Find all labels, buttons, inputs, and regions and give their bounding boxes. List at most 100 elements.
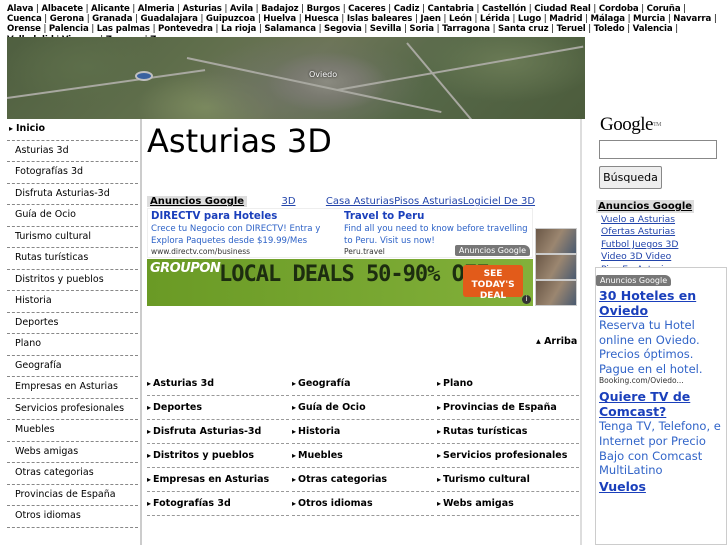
bottom-link[interactable]: Asturias 3d [147, 372, 289, 396]
sidebar-item[interactable]: Otras categorias [7, 463, 138, 485]
province-link[interactable]: Albacete [41, 4, 83, 14]
bottom-link[interactable]: Fotografías 3d [147, 492, 289, 516]
bottom-link[interactable]: Distritos y pueblos [147, 444, 289, 468]
sidebar-item[interactable]: Disfruta Asturias-3d [7, 184, 138, 205]
sidebar-item[interactable]: Otros idiomas [7, 506, 138, 528]
info-icon[interactable]: i [522, 295, 531, 304]
thumbnail-image[interactable] [535, 228, 577, 254]
bottom-link[interactable]: Guía de Ocio [292, 396, 434, 420]
province-link[interactable]: Orense [7, 24, 41, 34]
sidebar-item[interactable]: Historia [7, 291, 138, 313]
province-link[interactable]: Murcia [633, 14, 665, 24]
groupon-cta-button[interactable]: SEE TODAY'S DEAL [463, 265, 523, 301]
right-ad-links-label[interactable]: Anuncios Google [596, 200, 695, 213]
province-link[interactable]: Gerona [50, 14, 84, 24]
sidebar-item[interactable]: Servicios profesionales [7, 399, 138, 420]
province-link[interactable]: Teruel [557, 24, 586, 34]
right-ad-link[interactable]: Video 3D Video [596, 251, 726, 263]
ad-link-3d[interactable]: 3D [281, 196, 295, 207]
right-ad-item[interactable]: 30 Hoteles en Oviedo Reserva tu Hotel on… [596, 288, 726, 386]
province-link[interactable]: Huesca [304, 14, 339, 24]
right-ad-item[interactable]: Vuelos [596, 479, 726, 494]
thumbnail-image[interactable] [535, 254, 577, 280]
province-link[interactable]: Alicante [91, 4, 130, 14]
province-link[interactable]: Palencia [49, 24, 89, 34]
right-ad-item[interactable]: Quiere TV de Comcast? Tenga TV, Telefono… [596, 389, 726, 477]
province-link[interactable]: Cantabria [428, 4, 474, 14]
search-input[interactable] [599, 140, 717, 159]
right-ad-title[interactable]: Vuelos [596, 479, 726, 494]
bottom-link[interactable]: Empresas en Asturias [147, 468, 289, 492]
bottom-link[interactable]: Otros idiomas [292, 492, 434, 516]
ad-link-pisos-asturias[interactable]: Pisos Asturias [394, 196, 463, 207]
sidebar-item[interactable]: Webs amigas [7, 442, 138, 463]
province-link[interactable]: Cadiz [394, 4, 420, 14]
back-to-top-link[interactable]: ▴ Arriba [536, 336, 577, 347]
sidebar-item[interactable]: Muebles [7, 420, 138, 442]
ad-link-logiciel-3d[interactable]: Logiciel De 3D [463, 196, 535, 207]
bottom-link[interactable]: Rutas turísticas [437, 420, 579, 444]
province-link[interactable]: Soria [409, 24, 434, 34]
province-link[interactable]: Guadalajara [140, 14, 197, 24]
province-link[interactable]: Cuenca [7, 14, 42, 24]
bottom-link[interactable]: Turismo cultural [437, 468, 579, 492]
province-link[interactable]: Granada [92, 14, 132, 24]
province-link[interactable]: Badajoz [261, 4, 299, 14]
province-link[interactable]: Pontevedra [158, 24, 213, 34]
right-ad-link[interactable]: Futbol Juegos 3D [596, 239, 726, 251]
province-link[interactable]: Madrid [549, 14, 582, 24]
sidebar-item[interactable]: Fotografías 3d [7, 162, 138, 184]
province-link[interactable]: Avila [230, 4, 253, 14]
province-link[interactable]: Málaga [591, 14, 626, 24]
province-link[interactable]: Huelva [263, 14, 296, 24]
bottom-link[interactable]: Historia [292, 420, 434, 444]
ad-title[interactable]: Travel to Peru [344, 210, 532, 223]
province-link[interactable]: Lérida [480, 14, 510, 24]
bottom-link[interactable]: Disfruta Asturias-3d [147, 420, 289, 444]
sidebar-item[interactable]: Empresas en Asturias [7, 377, 138, 399]
sidebar-item[interactable]: Provincias de España [7, 485, 138, 506]
right-ad-title[interactable]: Quiere TV de Comcast? [596, 389, 726, 419]
province-link[interactable]: Salamanca [264, 24, 316, 34]
right-ad-url[interactable]: Booking.com/Oviedo... [596, 376, 726, 386]
sidebar-item[interactable]: Geografía [7, 356, 138, 377]
province-link[interactable]: Lugo [518, 14, 541, 24]
province-link[interactable]: Ciudad Real [534, 4, 591, 14]
province-link[interactable]: Burgos [307, 4, 341, 14]
province-link[interactable]: Cordoba [599, 4, 639, 14]
ad-links-label[interactable]: Anuncios Google [147, 196, 248, 207]
bottom-link[interactable]: Deportes [147, 396, 289, 420]
province-link[interactable]: Valencia [633, 24, 673, 34]
ad-url[interactable]: www.directv.com/business [151, 247, 341, 256]
bottom-link[interactable]: Plano [437, 372, 579, 396]
province-link[interactable]: Guipuzcoa [206, 14, 255, 24]
bottom-link[interactable]: Muebles [292, 444, 434, 468]
right-ads-badge[interactable]: Anuncios Google [596, 275, 672, 286]
province-link[interactable]: Jaen [420, 14, 441, 24]
ad-directv[interactable]: DIRECTV para Hoteles Crece tu Negocio co… [151, 210, 341, 256]
groupon-banner-ad[interactable]: GROUPON LOCAL DEALS 50-90% OFF SEE TODAY… [147, 259, 533, 306]
province-link[interactable]: Almeria [138, 4, 175, 14]
bottom-link[interactable]: Geografía [292, 372, 434, 396]
sidebar-item[interactable]: Turismo cultural [7, 227, 138, 248]
province-link[interactable]: Coruña [647, 4, 681, 14]
province-link[interactable]: Sevilla [370, 24, 402, 34]
sidebar-item[interactable]: Inicio [7, 119, 138, 141]
province-link[interactable]: Navarra [673, 14, 711, 24]
sidebar-item[interactable]: Plano [7, 334, 138, 356]
province-link[interactable]: Tarragona [442, 24, 490, 34]
bottom-link[interactable]: Otras categorias [292, 468, 434, 492]
ad-link-casa-asturias[interactable]: Casa Asturias [326, 196, 394, 207]
ads-badge[interactable]: Anuncios Google [454, 245, 530, 256]
province-link[interactable]: Islas baleares [347, 14, 413, 24]
search-button[interactable]: Búsqueda [599, 166, 662, 189]
sidebar-item[interactable]: Asturias 3d [7, 141, 138, 162]
province-link[interactable]: Alava [7, 4, 33, 14]
sidebar-item[interactable]: Rutas turísticas [7, 248, 138, 270]
province-link[interactable]: Toledo [594, 24, 625, 34]
bottom-link[interactable]: Servicios profesionales [437, 444, 579, 468]
ad-title[interactable]: DIRECTV para Hoteles [151, 210, 341, 223]
province-link[interactable]: La rioja [221, 24, 256, 34]
sidebar-item[interactable]: Deportes [7, 313, 138, 334]
province-link[interactable]: Santa cruz [498, 24, 549, 34]
